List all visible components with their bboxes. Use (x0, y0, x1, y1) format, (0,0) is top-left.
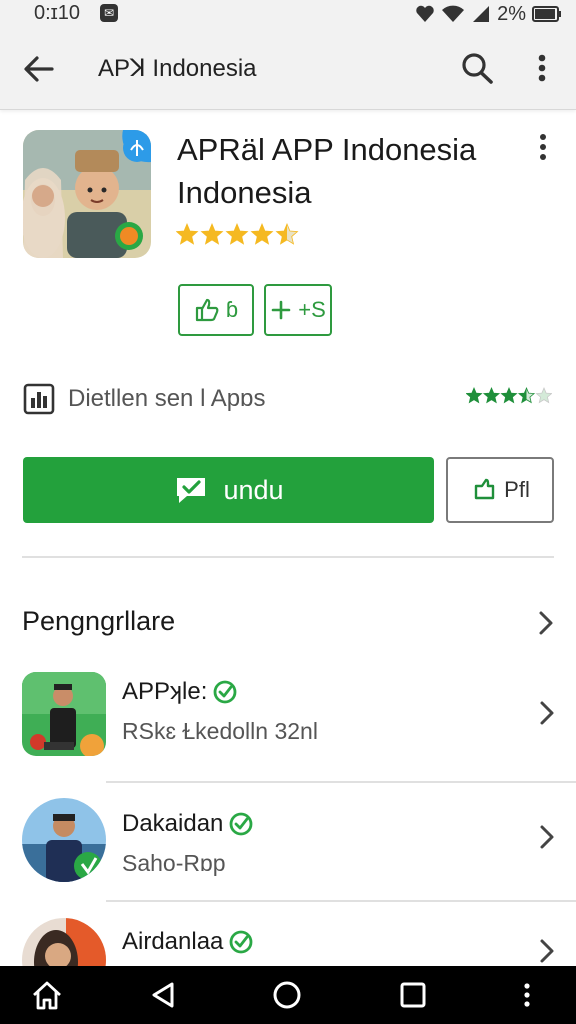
secondary-button[interactable]: Pfl (446, 457, 554, 523)
chevron-right-icon (539, 611, 553, 635)
notification-icon: ✉ (100, 4, 118, 22)
wifi-icon (442, 5, 465, 22)
app-bar: APꓘ Indonesia (0, 28, 576, 110)
plus-chip-label: +S (298, 297, 326, 322)
app-bar-title: APꓘ Indonesia (98, 55, 257, 82)
recents-square-icon[interactable] (396, 978, 430, 1012)
star-icon (466, 386, 483, 404)
item-chevron (534, 698, 560, 728)
heart-icon (416, 5, 434, 22)
back-arrow-icon (24, 56, 54, 82)
avatar (22, 672, 106, 756)
item-title-text: Airdanlaa (122, 928, 224, 955)
item-subtitle: Saho-Rɒp (122, 850, 226, 876)
chevron-right-icon (540, 939, 554, 963)
back-triangle-icon[interactable] (146, 978, 180, 1012)
star-icon (500, 386, 518, 404)
item-subtitle: RSkɛ Ɫkedolln 32nl (122, 718, 318, 744)
install-button[interactable]: undu (23, 457, 434, 523)
item-title-text: Dakaidan (122, 810, 224, 837)
home-circle-icon[interactable] (270, 978, 304, 1012)
battery-icon (532, 6, 561, 22)
search-icon (462, 53, 493, 84)
signal-icon (473, 6, 490, 22)
status-icons: 2% (415, 2, 562, 26)
status-time: 0:ɪ10 (34, 2, 81, 24)
app-icon[interactable] (23, 130, 151, 258)
star-icon (175, 222, 199, 245)
list-item[interactable]: APPʞle: RSkɛ Ɫkedolln 32nl (0, 664, 576, 774)
item-title-text: APPʞle: (122, 678, 208, 705)
developer-stars (466, 386, 552, 404)
star-icon (250, 222, 274, 245)
item-title: APPʞle: (122, 678, 239, 706)
chat-check-icon (177, 478, 206, 503)
battery-percent: 2% (497, 2, 526, 25)
star-icon (517, 386, 536, 404)
system-nav-bar (0, 966, 576, 1024)
verified-check-icon (230, 930, 253, 954)
star-icon (225, 222, 249, 245)
star-icon (535, 386, 552, 404)
search-button[interactable] (458, 48, 496, 88)
star-icon (275, 222, 299, 245)
app-more-button[interactable] (530, 130, 556, 164)
more-options-button[interactable] (528, 48, 556, 88)
divider (106, 900, 576, 902)
list-item[interactable]: Dakaidan Saho-Rɒp (0, 796, 576, 906)
item-chevron (534, 822, 560, 852)
app-title: APRäl APP Indonesia Indonesia (177, 132, 477, 210)
like-chip[interactable]: ɓ (178, 284, 254, 336)
plus-chip[interactable]: +S (264, 284, 332, 336)
star-icon (200, 222, 224, 245)
item-chevron (534, 936, 560, 966)
home-icon[interactable] (30, 978, 64, 1012)
section-chevron-button[interactable] (532, 608, 560, 638)
divider (106, 781, 576, 783)
thumbs-up-icon (195, 298, 219, 322)
status-bar: 0:ɪ10 ✉ 2% (0, 0, 576, 28)
section-title: Pengngrllare (22, 606, 176, 636)
developer-row[interactable]: Dietllen sen l Apɒs (22, 380, 554, 420)
more-vertical-icon (538, 54, 546, 82)
developer-text: Dietllen sen l Apɒs (68, 385, 266, 412)
document-icon (23, 383, 55, 415)
chevron-right-icon (540, 701, 554, 725)
list-item[interactable]: Airdanlaa (0, 912, 576, 966)
plus-icon (271, 300, 291, 320)
install-button-label: undu (223, 474, 284, 505)
rating-stars (175, 222, 306, 252)
verified-check-icon (213, 680, 237, 704)
divider (22, 556, 554, 558)
more-vertical-icon (540, 134, 546, 160)
share-icon (474, 478, 495, 500)
star-icon (482, 386, 501, 404)
avatar (22, 918, 106, 966)
item-title: Airdanlaa (122, 928, 255, 956)
like-chip-label: ɓ (225, 297, 239, 322)
item-title: Dakaidan (122, 810, 255, 838)
avatar (22, 798, 106, 882)
verified-check-icon (230, 812, 253, 836)
more-dots-icon[interactable] (510, 978, 544, 1012)
chevron-right-icon (540, 825, 554, 849)
secondary-button-label: Pfl (504, 477, 530, 502)
back-button[interactable] (20, 50, 58, 88)
